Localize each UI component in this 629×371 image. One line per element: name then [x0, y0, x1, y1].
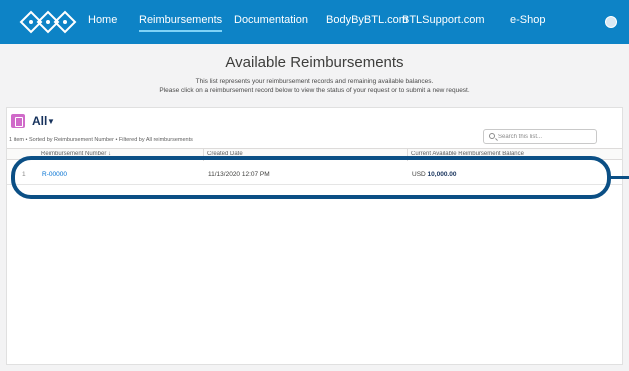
page-title: Available Reimbursements — [225, 54, 404, 71]
intro-text-line-2: Please click on a reimbursement record b… — [159, 87, 470, 94]
currency-code: USD — [412, 171, 426, 178]
created-date-cell: 11/13/2020 12:07 PM — [208, 171, 270, 178]
row-number: 1 — [22, 171, 26, 178]
top-navigation-bar: Home Reimbursements Documentation BodyBy… — [0, 0, 629, 44]
nav-bodybybtl[interactable]: BodyByBTL.com — [326, 14, 408, 26]
column-header-created-date[interactable]: Created Date — [207, 151, 397, 157]
list-view-icon — [11, 114, 25, 128]
column-divider[interactable] — [203, 149, 204, 161]
list-view-dropdown-caret-icon[interactable]: ▼ — [47, 117, 55, 126]
reimbursement-number-link[interactable]: R-00000 — [42, 171, 67, 178]
list-meta-info: 1 item • Sorted by Reimbursement Number … — [9, 137, 193, 143]
table-header: Reimbursement Number ↓ Created Date Curr… — [7, 148, 622, 161]
nav-reimbursements[interactable]: Reimbursements — [139, 14, 223, 32]
nav-eshop[interactable]: e-Shop — [510, 14, 545, 26]
balance-cell: USD 10,000.00 — [412, 171, 456, 178]
list-view-name[interactable]: All — [32, 114, 47, 128]
search-box[interactable] — [483, 129, 597, 144]
list-view-panel: All ▼ 1 item • Sorted by Reimbursement N… — [6, 107, 623, 365]
btl-logo-icon[interactable] — [18, 7, 78, 37]
search-icon — [489, 133, 495, 139]
intro-text-line-1: This list represents your reimbursement … — [195, 78, 434, 85]
search-input[interactable] — [498, 132, 594, 142]
nav-btlsupport[interactable]: BTLSupport.com — [402, 14, 485, 26]
balance-amount: 10,000.00 — [427, 171, 457, 178]
column-header-reimbursement-number[interactable]: Reimbursement Number ↓ — [41, 151, 201, 157]
user-avatar-icon[interactable] — [605, 16, 617, 28]
nav-documentation[interactable]: Documentation — [234, 14, 308, 26]
table-row[interactable]: 1 R-00000 11/13/2020 12:07 PM USD 10,000… — [7, 165, 622, 185]
column-header-available-balance[interactable]: Current Available Reimbursement Balance — [411, 151, 601, 157]
nav-home[interactable]: Home — [88, 14, 117, 26]
column-divider[interactable] — [407, 149, 408, 161]
